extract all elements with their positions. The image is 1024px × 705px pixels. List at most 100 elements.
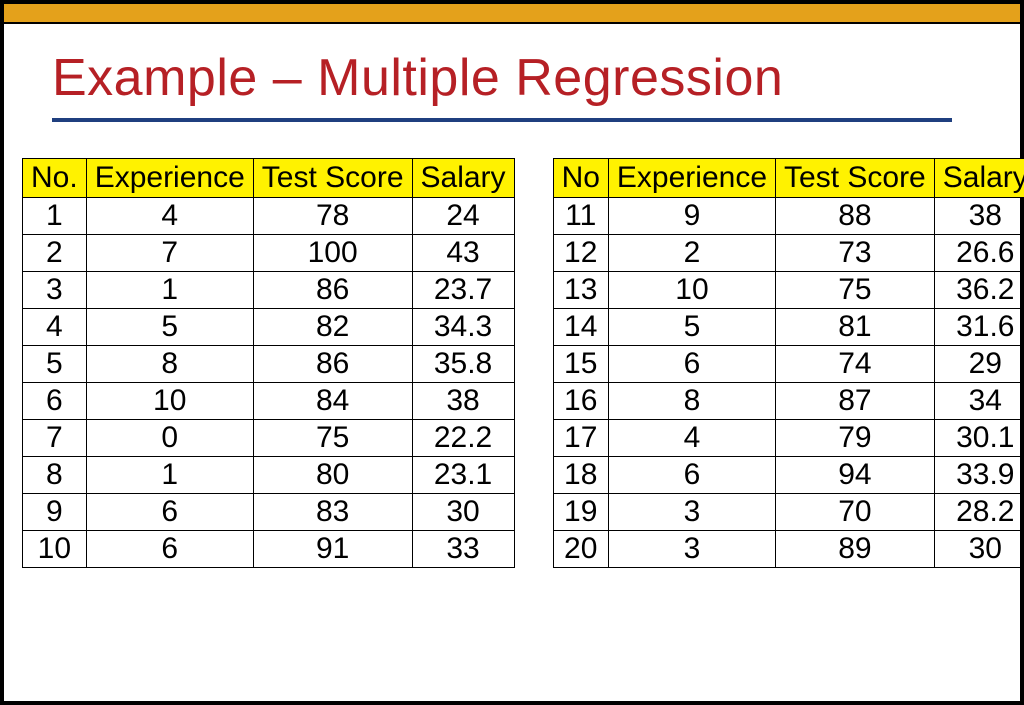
cell-sal: 26.6	[934, 235, 1024, 272]
cell-exp: 5	[86, 309, 253, 346]
cell-sal: 38	[934, 198, 1024, 235]
cell-no: 8	[23, 457, 87, 494]
table-row: 1869433.9	[553, 457, 1024, 494]
table-row: 13107536.2	[553, 272, 1024, 309]
data-table-left: No. Experience Test Score Salary 1478242…	[22, 158, 515, 568]
cell-no: 17	[553, 420, 608, 457]
col-header-experience: Experience	[86, 159, 253, 198]
table-row: 147824	[23, 198, 515, 235]
cell-ts: 74	[776, 346, 935, 383]
cell-ts: 91	[253, 531, 412, 568]
cell-no: 3	[23, 272, 87, 309]
cell-ts: 94	[776, 457, 935, 494]
table-body-right: 11988381227326.613107536.21458131.615674…	[553, 198, 1024, 568]
cell-sal: 34	[934, 383, 1024, 420]
col-header-experience: Experience	[608, 159, 775, 198]
cell-sal: 30	[412, 494, 514, 531]
table-row: 818023.1	[23, 457, 515, 494]
cell-exp: 1	[86, 457, 253, 494]
cell-ts: 88	[776, 198, 935, 235]
cell-no: 18	[553, 457, 608, 494]
cell-no: 7	[23, 420, 87, 457]
data-table-right: No Experience Test Score Salary 11988381…	[553, 158, 1024, 568]
cell-exp: 6	[608, 457, 775, 494]
table-row: 1567429	[553, 346, 1024, 383]
cell-no: 15	[553, 346, 608, 383]
table-row: 1458131.6	[553, 309, 1024, 346]
table-row: 1747930.1	[553, 420, 1024, 457]
cell-sal: 29	[934, 346, 1024, 383]
cell-no: 20	[553, 531, 608, 568]
cell-exp: 2	[608, 235, 775, 272]
cell-no: 12	[553, 235, 608, 272]
col-header-test-score: Test Score	[776, 159, 935, 198]
cell-no: 5	[23, 346, 87, 383]
cell-ts: 82	[253, 309, 412, 346]
cell-no: 10	[23, 531, 87, 568]
cell-sal: 24	[412, 198, 514, 235]
cell-sal: 30	[934, 531, 1024, 568]
table-body-left: 1478242710043318623.7458234.3588635.8610…	[23, 198, 515, 568]
cell-no: 1	[23, 198, 87, 235]
table-row: 1069133	[23, 531, 515, 568]
table-row: 1937028.2	[553, 494, 1024, 531]
cell-ts: 87	[776, 383, 935, 420]
table-row: 1227326.6	[553, 235, 1024, 272]
table-row: 1198838	[553, 198, 1024, 235]
cell-ts: 75	[253, 420, 412, 457]
col-header-salary: Salary	[412, 159, 514, 198]
table-header-row: No Experience Test Score Salary	[553, 159, 1024, 198]
cell-exp: 0	[86, 420, 253, 457]
table-row: 2710043	[23, 235, 515, 272]
col-header-no: No.	[23, 159, 87, 198]
cell-exp: 3	[608, 494, 775, 531]
cell-exp: 7	[86, 235, 253, 272]
cell-sal: 23.7	[412, 272, 514, 309]
cell-no: 16	[553, 383, 608, 420]
cell-exp: 9	[608, 198, 775, 235]
cell-ts: 83	[253, 494, 412, 531]
cell-sal: 30.1	[934, 420, 1024, 457]
cell-ts: 84	[253, 383, 412, 420]
cell-sal: 38	[412, 383, 514, 420]
cell-sal: 34.3	[412, 309, 514, 346]
cell-no: 4	[23, 309, 87, 346]
col-header-no: No	[553, 159, 608, 198]
cell-ts: 79	[776, 420, 935, 457]
cell-no: 14	[553, 309, 608, 346]
cell-ts: 75	[776, 272, 935, 309]
cell-no: 2	[23, 235, 87, 272]
accent-bar	[4, 4, 1020, 24]
cell-no: 13	[553, 272, 608, 309]
cell-sal: 22.2	[412, 420, 514, 457]
table-row: 1688734	[553, 383, 1024, 420]
cell-exp: 4	[86, 198, 253, 235]
table-header-row: No. Experience Test Score Salary	[23, 159, 515, 198]
table-row: 6108438	[23, 383, 515, 420]
cell-no: 11	[553, 198, 608, 235]
cell-no: 9	[23, 494, 87, 531]
cell-no: 19	[553, 494, 608, 531]
cell-sal: 28.2	[934, 494, 1024, 531]
cell-ts: 70	[776, 494, 935, 531]
table-row: 968330	[23, 494, 515, 531]
table-row: 318623.7	[23, 272, 515, 309]
table-row: 588635.8	[23, 346, 515, 383]
cell-sal: 33.9	[934, 457, 1024, 494]
cell-ts: 86	[253, 272, 412, 309]
cell-exp: 8	[86, 346, 253, 383]
cell-exp: 10	[608, 272, 775, 309]
cell-exp: 10	[86, 383, 253, 420]
cell-ts: 73	[776, 235, 935, 272]
table-row: 2038930	[553, 531, 1024, 568]
cell-exp: 6	[86, 494, 253, 531]
cell-exp: 6	[608, 346, 775, 383]
cell-sal: 35.8	[412, 346, 514, 383]
col-header-salary: Salary	[934, 159, 1024, 198]
cell-ts: 80	[253, 457, 412, 494]
cell-ts: 81	[776, 309, 935, 346]
cell-sal: 36.2	[934, 272, 1024, 309]
cell-exp: 6	[86, 531, 253, 568]
tables-container: No. Experience Test Score Salary 1478242…	[4, 122, 1020, 568]
cell-exp: 1	[86, 272, 253, 309]
